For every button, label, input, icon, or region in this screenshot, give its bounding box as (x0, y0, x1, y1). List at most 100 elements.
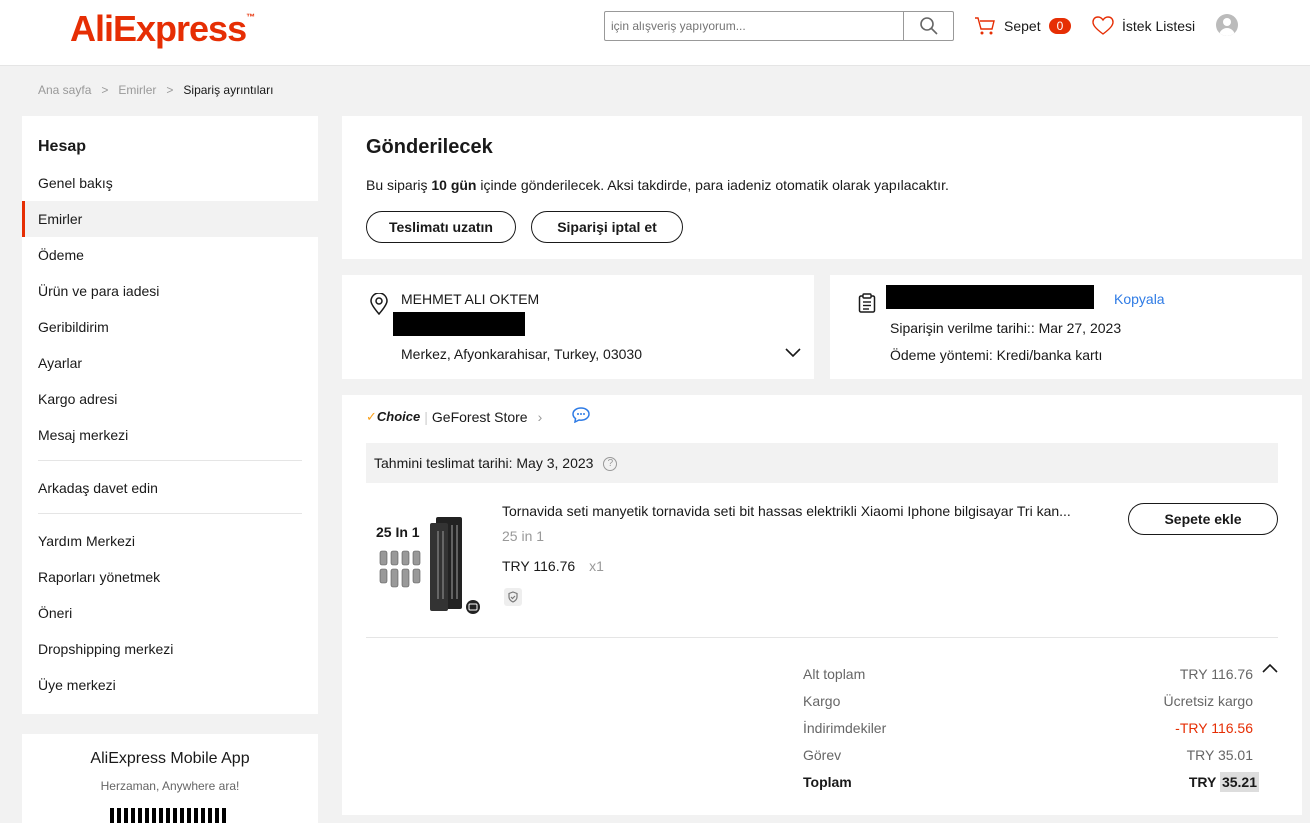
product-price: TRY 116.76 (502, 558, 576, 574)
breadcrumb-separator: > (101, 83, 109, 97)
summary-discount-row: İndirimdekiler -TRY 116.56 (803, 720, 1253, 736)
sidebar-item-payment[interactable]: Ödeme (22, 237, 318, 273)
sidebar-item-settings[interactable]: Ayarlar (22, 345, 318, 381)
breadcrumb-orders[interactable]: Emirler (118, 83, 156, 97)
sidebar-item-suggestion[interactable]: Öneri (22, 595, 318, 631)
breadcrumb-current: Sipariş ayrıntıları (183, 83, 274, 97)
chevron-up-icon[interactable] (1262, 663, 1278, 673)
cart-label: Sepet (1004, 18, 1041, 34)
chevron-right-icon[interactable]: › (538, 409, 543, 425)
sidebar-item-member-center[interactable]: Üye merkezi (22, 667, 318, 703)
sidebar-item-orders[interactable]: Emirler (22, 201, 318, 237)
aliexpress-logo[interactable]: AliExpress™ (70, 8, 255, 50)
discount-label: İndirimdekiler (803, 720, 887, 736)
shipping-address-panel: MEHMET ALI OKTEM Merkez, Afyonkarahisar,… (342, 275, 814, 379)
qr-code (110, 808, 228, 823)
app-title: AliExpress Mobile App (90, 750, 250, 767)
account-sidebar: Hesap Genel bakış Emirler Ödeme Ürün ve … (22, 116, 318, 714)
order-items-panel: ✓Choice | GeForest Store › Tahmini tesli… (342, 395, 1302, 815)
sidebar-item-overview[interactable]: Genel bakış (22, 165, 318, 201)
help-question-icon[interactable]: ? (603, 457, 618, 472)
search-input[interactable] (605, 12, 903, 40)
order-status-panel: Gönderilecek Bu sipariş 10 gün içinde gö… (342, 116, 1302, 259)
product-sku: 25 in 1 (502, 528, 545, 544)
chevron-down-icon[interactable] (785, 348, 801, 358)
status-title: Gönderilecek (366, 136, 493, 158)
cancel-order-button[interactable]: Siparişi iptal et (531, 211, 683, 243)
add-to-cart-button[interactable]: Sepete ekle (1128, 503, 1278, 535)
location-pin-icon (370, 293, 388, 315)
breadcrumb-separator: > (166, 83, 174, 97)
cart-count-badge: 0 (1048, 18, 1072, 34)
app-subtitle: Herzaman, Anywhere ara! (100, 779, 240, 793)
product-image[interactable]: 25 In 1 (372, 509, 486, 615)
tax-label: Görev (803, 747, 842, 763)
divider (38, 513, 302, 514)
breadcrumb-home[interactable]: Ana sayfa (38, 83, 91, 97)
shipping-label: Kargo (803, 693, 841, 709)
product-title[interactable]: Tornavida seti manyetik tornavida seti b… (502, 503, 1102, 519)
sidebar-item-refunds[interactable]: Ürün ve para iadesi (22, 273, 318, 309)
subtotal-value: TRY 116.76 (1179, 666, 1253, 682)
store-name[interactable]: GeForest Store (432, 409, 528, 425)
recipient-name: MEHMET ALI OKTEM (401, 291, 540, 307)
sidebar-item-dropshipping[interactable]: Dropshipping merkezi (22, 631, 318, 667)
breadcrumb: Ana sayfa > Emirler > Sipariş ayrıntılar… (38, 83, 273, 97)
total-currency: TRY (1188, 774, 1217, 790)
search-bar (604, 11, 954, 41)
eta-label: Tahmini teslimat tarihi: (374, 455, 513, 471)
store-row: ✓Choice | GeForest Store › (366, 409, 542, 425)
divider: | (424, 409, 428, 425)
status-message: Bu sipariş 10 gün içinde gönderilecek. A… (366, 177, 949, 193)
top-header: AliExpress™ Sepet 0 İstek Listesi (0, 0, 1310, 66)
redacted-order-number (886, 285, 1094, 309)
discount-value: -TRY 116.56 (1175, 720, 1253, 736)
tax-value: TRY 35.01 (1186, 747, 1253, 763)
summary-shipping-row: Kargo Ücretsiz kargo (803, 693, 1253, 709)
choice-label: Choice (376, 409, 421, 424)
order-date-value: Mar 27, 2023 (1038, 320, 1122, 336)
sidebar-item-manage-reports[interactable]: Raporları yönetmek (22, 559, 318, 595)
payment-method-label: Ödeme yöntemi: (890, 347, 993, 363)
order-date-label: Siparişin verilme tarihi:: (890, 320, 1035, 336)
summary-total-row: Toplam TRY 35.21 (803, 772, 1259, 792)
choice-badge: ✓Choice (366, 409, 421, 424)
estimated-delivery-bar: Tahmini teslimat tarihi: May 3, 2023 ? (366, 443, 1278, 483)
address-line: Merkez, Afyonkarahisar, Turkey, 03030 (401, 346, 642, 362)
payment-method-value: Kredi/banka kartı (996, 347, 1103, 363)
search-icon (919, 17, 938, 35)
sidebar-item-invite-friends[interactable]: Arkadaş davet edin (22, 470, 318, 506)
copy-order-number-link[interactable]: Kopyala (1114, 291, 1165, 307)
total-value: TRY 35.21 (1188, 772, 1259, 792)
status-days: 10 gün (431, 177, 477, 193)
shield-icon (504, 588, 522, 606)
status-text-suffix: içinde gönderilecek. Aksi takdirde, para… (480, 177, 949, 193)
order-document-icon (858, 293, 876, 313)
subtotal-label: Alt toplam (803, 666, 866, 682)
cart-link[interactable]: Sepet 0 (974, 16, 1072, 36)
total-label: Toplam (803, 774, 852, 790)
shipping-value: Ücretsiz kargo (1163, 693, 1253, 709)
search-button[interactable] (903, 12, 953, 40)
product-price-row: TRY 116.76 x1 (502, 558, 604, 574)
sidebar-item-help-center[interactable]: Yardım Merkezi (22, 523, 318, 559)
total-amount: 35.21 (1219, 772, 1259, 792)
status-text-prefix: Bu sipariş (366, 177, 428, 193)
sidebar-item-message-center[interactable]: Mesaj merkezi (22, 417, 318, 453)
heart-icon (1092, 16, 1114, 35)
avatar[interactable] (1216, 14, 1238, 36)
extend-delivery-button[interactable]: Teslimatı uzatın (366, 211, 516, 243)
divider (366, 637, 1278, 638)
wishlist-link[interactable]: İstek Listesi (1092, 16, 1195, 36)
sidebar-item-shipping-address[interactable]: Kargo adresi (22, 381, 318, 417)
eta-date: May 3, 2023 (516, 455, 594, 471)
chat-icon[interactable] (572, 407, 590, 423)
wishlist-label: İstek Listesi (1122, 18, 1196, 34)
sidebar-item-feedback[interactable]: Geribildirim (22, 309, 318, 345)
payment-method: Ödeme yöntemi: Kredi/banka kartı (890, 347, 1102, 363)
mobile-app-promo: AliExpress Mobile App Herzaman, Anywhere… (22, 734, 318, 823)
summary-tax-row: Görev TRY 35.01 (803, 747, 1253, 763)
redacted-phone (393, 312, 525, 336)
order-date: Siparişin verilme tarihi:: Mar 27, 2023 (890, 320, 1121, 336)
summary-subtotal-row: Alt toplam TRY 116.76 (803, 666, 1253, 682)
